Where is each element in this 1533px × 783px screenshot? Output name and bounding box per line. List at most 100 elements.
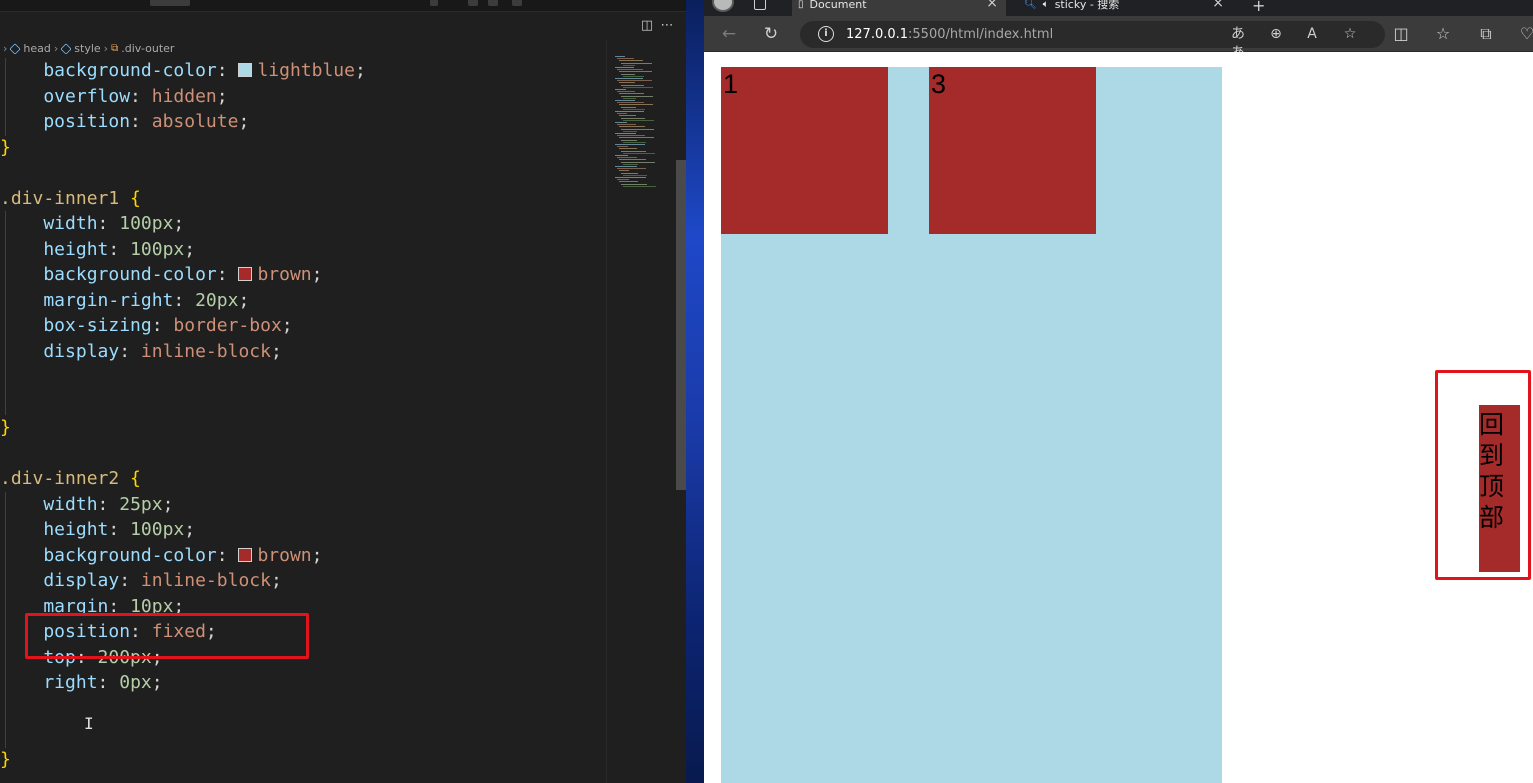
url-host: 127.0.0.1 [846,27,909,42]
screen: ◫ ⋯ › head › style › ⧉ .div-outer backgr… [0,0,1533,783]
minimap-line [621,161,655,163]
zoom-icon[interactable]: ⊕ [1266,25,1286,44]
close-tab-icon[interactable]: × [1212,0,1224,10]
code-token: display [0,340,120,362]
minimap-line [615,177,646,178]
code-line[interactable]: box-sizing: border-box; [0,313,292,339]
div-inner1-box: 1 [721,67,888,234]
read-aloud-icon[interactable]: A [1302,25,1322,44]
code-token: fixed [151,621,206,642]
minimap-line [619,71,652,73]
code-token: : [108,519,131,540]
reload-icon[interactable]: ↻ [760,24,782,44]
url-text[interactable]: 127.0.0.1:5500/html/index.html [846,25,1053,44]
code-line[interactable]: width: 100px; [0,211,184,237]
minimap[interactable] [606,40,676,783]
favorite-star-icon[interactable]: ☆ [1340,25,1360,44]
split-editor-icon[interactable]: ◫ [638,17,656,35]
minimap-line [615,100,635,101]
code-token: : [216,60,239,81]
code-token: height [0,519,109,540]
code-token: ; [151,646,163,668]
minimap-line [617,146,628,148]
minimap-line [615,56,625,57]
code-line[interactable]: .div-inner2 { [0,466,141,492]
profile-avatar[interactable] [712,0,734,12]
color-swatch[interactable] [238,63,253,77]
tab-document[interactable]: ▯ Document × [792,0,1006,16]
text-cursor-icon: I [84,714,94,733]
breadcrumb-div-outer[interactable]: ⧉ .div-outer [111,40,174,58]
editor-actions: ◫ ⋯ [0,12,686,40]
code-token: : [130,621,152,642]
minimap-line [617,91,635,93]
minimap-line [619,170,629,172]
breadcrumb-style[interactable]: style [60,40,101,58]
editor-tab-fragment[interactable] [512,0,522,6]
page-icon: ▯ [798,0,804,10]
editor-tab-fragment[interactable] [468,0,478,6]
div-inner1-box: 3 [929,67,1096,234]
minimap-line [623,174,647,176]
code-line[interactable]: } [0,415,11,441]
code-line[interactable]: .div-inner1 { [0,186,141,212]
editor-tab-fragment[interactable] [430,0,438,6]
more-actions-icon[interactable]: ⋯ [658,17,676,35]
code-line[interactable]: background-color: brown; [0,543,322,569]
editor-tab-fragment[interactable] [150,0,190,6]
code-token: position [0,111,131,132]
close-tab-icon[interactable]: × [986,0,998,10]
editor-tab-fragment[interactable] [488,0,498,6]
code-token: background-color [0,60,217,81]
code-token: } [0,748,11,770]
tab-sticky-search[interactable]: 🔍︎ 🔈︎ sticky - 搜索 × [1016,0,1232,16]
code-token: : [75,646,98,668]
address-bar[interactable]: i 127.0.0.1:5500/html/index.html ああ ⊕ A … [800,21,1385,61]
breadcrumb-label: .div-outer [121,42,175,55]
minimap-line [615,111,644,112]
code-line[interactable]: width: 25px; [0,492,173,518]
breadcrumb-head[interactable]: head [9,40,51,58]
code-line[interactable]: background-color: lightblue; [0,58,366,84]
code-line[interactable]: position: fixed; [0,619,216,645]
code-line[interactable]: height: 100px; [0,237,195,263]
page-viewport: 1 3 回到顶部 [704,52,1533,783]
color-swatch[interactable] [238,267,253,281]
code-token: margin-right [0,289,174,311]
performance-icon[interactable]: ♡ [1516,24,1533,44]
color-swatch[interactable] [238,547,253,562]
code-line[interactable]: display: inline-block; [0,339,281,365]
collections-icon[interactable]: ⧉ [1475,24,1497,44]
code-line[interactable]: } [0,135,11,161]
back-arrow-icon[interactable]: ← [718,24,740,44]
back-to-top-button[interactable]: 回到顶部 [1479,405,1520,572]
tab-actions-icon[interactable] [754,0,766,10]
code-line[interactable]: position: absolute; [0,109,249,135]
code-token: ; [311,544,323,566]
code-token: ; [238,289,250,311]
code-line[interactable]: margin: 10px; [0,594,184,620]
code-line[interactable]: background-color: brown; [0,262,322,288]
code-line[interactable]: overflow: hidden; [0,84,227,110]
code-token: ; [354,60,366,81]
code-line[interactable]: right: 0px; [0,670,162,696]
favorites-icon[interactable]: ☆ [1432,24,1454,44]
editor-scroll-thumb[interactable] [676,160,686,490]
minimap-line [615,166,637,167]
code-line[interactable]: display: inline-block; [0,568,281,594]
code-area[interactable]: background-color: lightblue; overflow: h… [0,58,606,783]
info-icon[interactable]: i [818,26,834,42]
code-line[interactable]: } [0,747,11,773]
split-screen-icon[interactable]: ◫ [1390,24,1412,44]
code-token: width [0,213,98,234]
code-token: : [216,264,239,285]
minimap-line [619,159,646,161]
code-token: ; [184,238,196,260]
code-line[interactable]: top: 200px; [0,645,163,671]
code-line[interactable]: height: 100px; [0,517,195,543]
new-tab-icon[interactable]: + [1252,0,1268,16]
code-token: width [0,493,98,515]
code-line[interactable]: margin-right: 20px; [0,288,249,314]
code-token: border-box [173,315,282,336]
minimap-line [621,172,638,174]
